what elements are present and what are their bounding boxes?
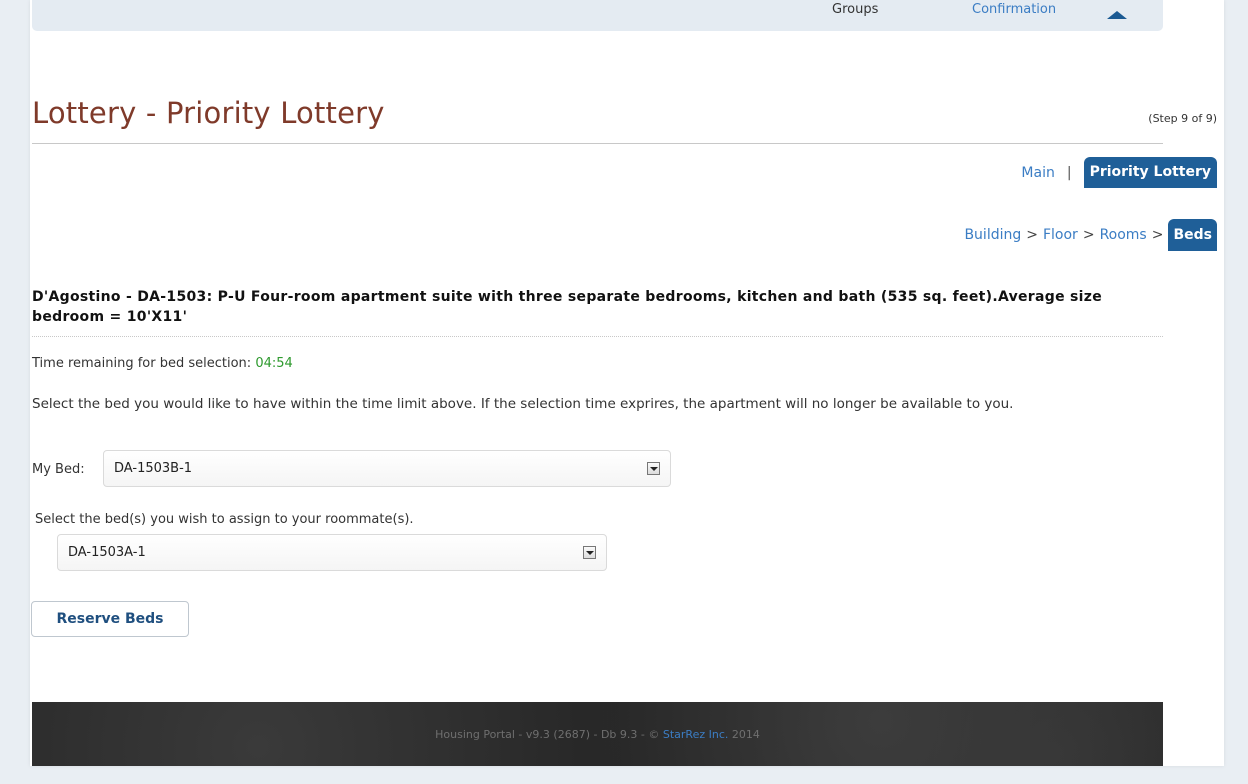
title-divider — [32, 143, 1163, 144]
footer-year: 2014 — [731, 727, 760, 741]
roommate-bed-select[interactable]: DA-1503A-1 — [57, 534, 607, 571]
breadcrumb-separator: > — [1082, 227, 1095, 243]
breadcrumb-rooms[interactable]: Rooms — [1100, 227, 1147, 243]
step-indicator: (Step 9 of 9) — [1148, 112, 1217, 125]
room-divider — [32, 336, 1163, 337]
nav-main-link[interactable]: Main — [1021, 165, 1054, 181]
my-bed-value: DA-1503B-1 — [114, 461, 193, 476]
footer: Housing Portal - v9.3 (2687) - Db 9.3 - … — [32, 702, 1163, 766]
dropdown-arrow-icon[interactable] — [583, 546, 596, 559]
roommate-label: Select the bed(s) you wish to assign to … — [35, 512, 414, 527]
sub-navigation: Main | Priority Lottery — [1021, 157, 1217, 188]
roommate-bed-value: DA-1503A-1 — [68, 545, 146, 560]
my-bed-select[interactable]: DA-1503B-1 — [103, 450, 671, 487]
breadcrumb-building[interactable]: Building — [964, 227, 1021, 243]
tab-groups[interactable]: Groups — [832, 2, 878, 17]
timer-value: 04:54 — [255, 356, 293, 371]
footer-version: Housing Portal - v9.3 (2687) - Db 9.3 - … — [435, 727, 660, 741]
room-description: D'Agostino - DA-1503: P-U Four-room apar… — [32, 289, 1103, 325]
breadcrumb-floor[interactable]: Floor — [1043, 227, 1078, 243]
breadcrumb: Building > Floor > Rooms > Beds — [964, 219, 1217, 251]
timer-row: Time remaining for bed selection: 04:54 — [32, 356, 293, 371]
breadcrumb-separator: > — [1151, 227, 1164, 243]
nav-priority-lottery-tab[interactable]: Priority Lottery — [1083, 157, 1217, 188]
timer-label: Time remaining for bed selection: — [32, 356, 252, 371]
tab-confirmation[interactable]: Confirmation — [972, 2, 1056, 17]
instructions-text: Select the bed you would like to have wi… — [32, 396, 1014, 412]
breadcrumb-separator: > — [1026, 227, 1038, 243]
dropdown-arrow-icon[interactable] — [647, 462, 660, 475]
caret-up-icon[interactable] — [1107, 11, 1127, 19]
top-navigation: Groups Confirmation — [32, 0, 1163, 31]
breadcrumb-beds-active[interactable]: Beds — [1168, 219, 1217, 251]
page-title: Lottery - Priority Lottery — [32, 96, 385, 130]
footer-brand-link[interactable]: StarRez Inc. — [663, 728, 729, 741]
my-bed-label: My Bed: — [32, 462, 85, 477]
reserve-beds-button[interactable]: Reserve Beds — [31, 601, 189, 637]
nav-separator: | — [1066, 164, 1072, 181]
